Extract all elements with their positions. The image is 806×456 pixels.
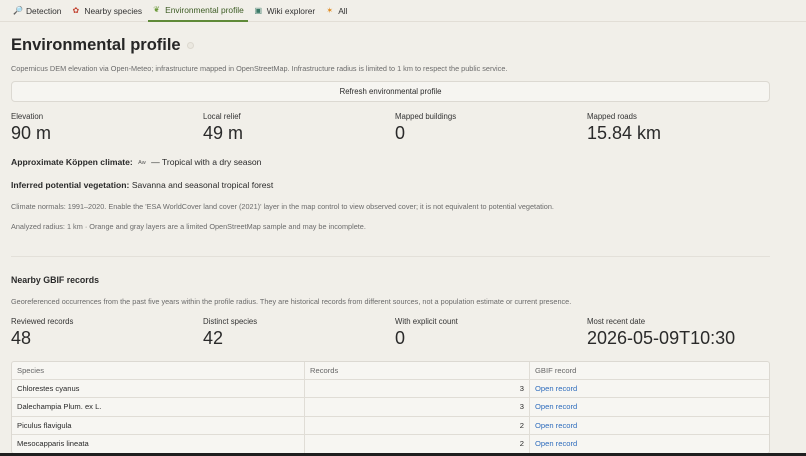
species-cell: Dalechampia Plum. ex L. (12, 398, 305, 416)
book-icon: ▣ (254, 6, 263, 15)
open-record-link[interactable]: Open record (535, 402, 577, 411)
metric-label: Elevation (11, 112, 44, 121)
column-header-gbif-record[interactable]: GBIF record (530, 362, 769, 379)
magnifier-icon: 🔎 (13, 6, 23, 15)
tab-all[interactable]: ✶ All (321, 0, 351, 22)
metric-value: 0 (395, 328, 406, 348)
metric-value: 15.84 km (587, 123, 662, 143)
tab-bar: 🔎 Detection ✿ Nearby species ❦ Environme… (0, 0, 806, 22)
climate-normals-note: Climate normals: 1991–2020. Enable the '… (11, 202, 554, 211)
metric-explicit-count: With explicit count 0 (395, 317, 458, 349)
leaf-icon: ❦ (153, 5, 160, 14)
tab-label: All (338, 5, 348, 16)
metric-value: 49 m (203, 123, 244, 143)
koppen-value: — Tropical with a dry season (151, 157, 262, 167)
gbif-records-table: Species Records GBIF record Chlorestes c… (11, 361, 770, 454)
records-cell: 3 (305, 398, 530, 416)
column-header-species[interactable]: Species (12, 362, 305, 380)
tab-wiki-explorer[interactable]: ▣ Wiki explorer (250, 0, 319, 22)
metric-label: Most recent date (587, 317, 646, 326)
tab-environmental-profile[interactable]: ❦ Environmental profile (148, 0, 248, 22)
metric-local-relief: Local relief 49 m (203, 112, 243, 144)
page-title: Environmental profile (11, 36, 181, 54)
flower-icon: ✿ (72, 6, 80, 15)
tab-label: Detection (26, 5, 62, 16)
table-row: Piculus flavigula 2 Open record (12, 416, 769, 435)
koppen-climate: Approximate Köppen climate: Aw — Tropica… (11, 157, 261, 167)
metric-label: Reviewed records (11, 317, 74, 326)
metric-value: 2026-05-09T10:30 (587, 328, 736, 348)
analyzed-radius-note: Analyzed radius: 1 km · Orange and gray … (11, 222, 366, 231)
koppen-label: Approximate Köppen climate: (11, 157, 133, 167)
metric-elevation: Elevation 90 m (11, 112, 51, 144)
metric-label: Mapped buildings (395, 112, 457, 121)
records-cell: 2 (305, 416, 530, 434)
metric-value: 90 m (11, 123, 52, 143)
column-header-records[interactable]: Records (305, 362, 530, 380)
metric-label: Distinct species (203, 317, 258, 326)
table-row: Mesocapparis lineata 2 Open record (12, 434, 769, 453)
metric-value: 0 (395, 123, 406, 143)
metric-label: Local relief (203, 112, 241, 121)
table-header-row: Species Records GBIF record (12, 362, 769, 381)
metric-most-recent-date: Most recent date 2026-05-09T10:30 (587, 317, 735, 349)
tab-label: Nearby species (84, 5, 143, 16)
sparkle-icon: ✶ (326, 6, 334, 15)
potential-vegetation: Inferred potential vegetation: Savanna a… (11, 180, 273, 190)
records-cell: 2 (305, 434, 530, 453)
species-cell: Mesocapparis lineata (12, 434, 305, 453)
metric-mapped-buildings: Mapped buildings 0 (395, 112, 456, 144)
open-record-link[interactable]: Open record (535, 384, 577, 393)
open-record-link[interactable]: Open record (535, 439, 577, 448)
open-record-link[interactable]: Open record (535, 421, 577, 430)
tab-label: Wiki explorer (266, 5, 316, 16)
metric-label: With explicit count (395, 317, 458, 326)
vegetation-label: Inferred potential vegetation: (11, 180, 130, 190)
metric-value: 48 (11, 328, 32, 348)
records-cell: 3 (305, 380, 530, 398)
vegetation-value: Savanna and seasonal tropical forest (131, 180, 274, 190)
anchor-link-icon[interactable] (186, 42, 194, 49)
table-row: Dalechampia Plum. ex L. 3 Open record (12, 398, 769, 417)
page-description: Copernicus DEM elevation via Open-Meteo;… (11, 64, 508, 73)
gbif-section-title: Nearby GBIF records (11, 275, 99, 285)
tab-detection[interactable]: 🔎 Detection (9, 0, 65, 22)
metric-label: Mapped roads (587, 112, 637, 121)
tab-nearby-species[interactable]: ✿ Nearby species (67, 0, 146, 22)
section-divider (11, 256, 770, 257)
refresh-environmental-profile-button[interactable]: Refresh environmental profile (11, 81, 770, 102)
species-cell: Chlorestes cyanus (12, 380, 305, 398)
metric-value: 42 (203, 328, 224, 348)
metric-distinct-species: Distinct species 42 (203, 317, 257, 349)
page-header: Environmental profile (11, 36, 194, 55)
metric-mapped-roads: Mapped roads 15.84 km (587, 112, 661, 144)
tab-label: Environmental profile (165, 4, 244, 15)
gbif-description: Georeferenced occurrences from the past … (11, 297, 572, 306)
table-row: Chlorestes cyanus 3 Open record (12, 380, 769, 399)
metric-reviewed-records: Reviewed records 48 (11, 317, 73, 349)
species-cell: Piculus flavigula (12, 416, 305, 434)
koppen-code: Aw (138, 159, 146, 166)
